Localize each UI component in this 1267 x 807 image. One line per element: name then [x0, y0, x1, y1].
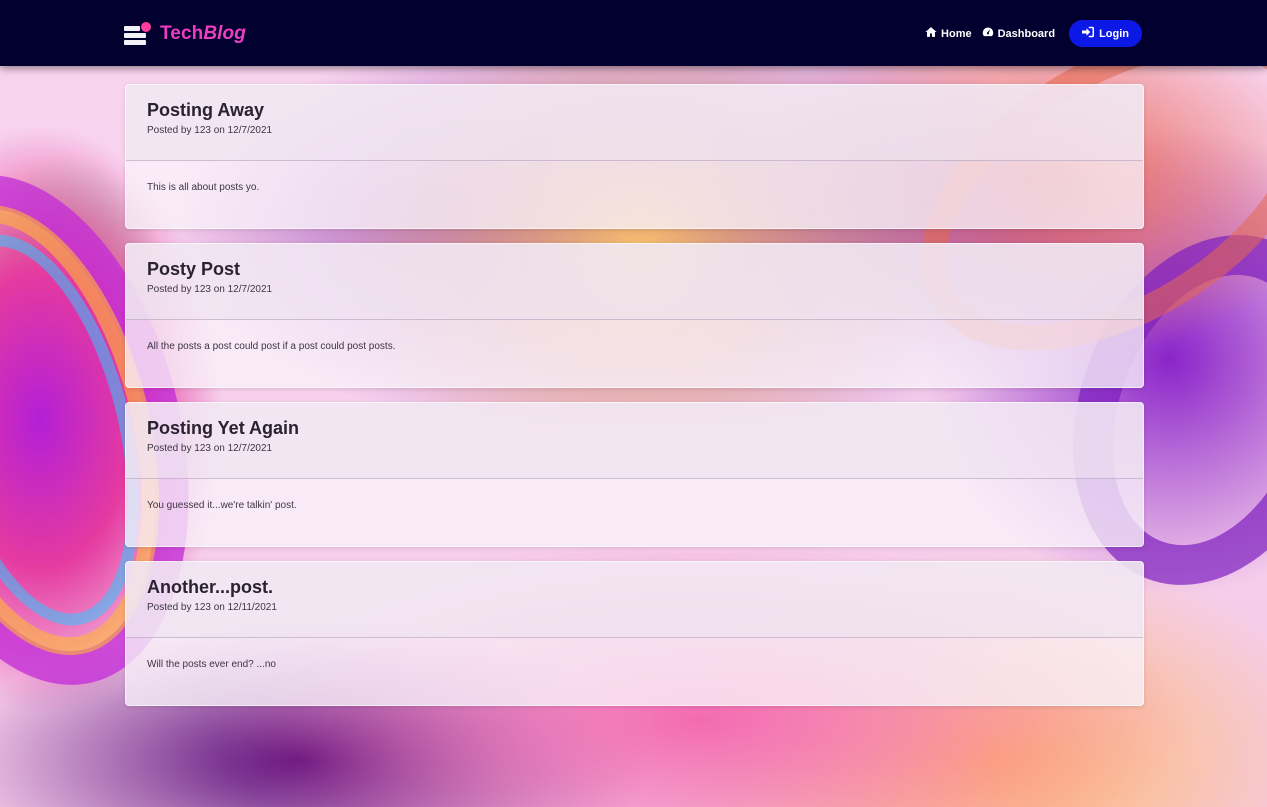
post-header: Posting Away Posted by 123 on 12/7/2021 — [126, 85, 1143, 161]
post-title[interactable]: Posty Post — [147, 258, 1123, 280]
post-card[interactable]: Posty Post Posted by 123 on 12/7/2021 Al… — [125, 243, 1144, 388]
brand-name: TechBlog — [160, 23, 246, 44]
post-body: This is all about posts yo. — [147, 182, 260, 193]
post-title[interactable]: Posting Away — [147, 99, 1123, 121]
sign-in-icon — [1082, 26, 1095, 41]
server-stack-icon — [124, 22, 151, 46]
dashboard-gauge-icon — [982, 26, 994, 41]
post-meta: Posted by 123 on 12/7/2021 — [147, 125, 273, 136]
login-button[interactable]: Login — [1069, 20, 1142, 47]
post-body: Will the posts ever end? ...no — [147, 659, 276, 670]
post-meta: Posted by 123 on 12/11/2021 — [147, 602, 277, 613]
post-title[interactable]: Posting Yet Again — [147, 417, 1123, 439]
post-body: All the posts a post could post if a pos… — [147, 341, 396, 352]
main-nav: Home Dashboard Login — [925, 20, 1142, 47]
post-meta: Posted by 123 on 12/7/2021 — [147, 443, 273, 454]
post-body: You guessed it...we're talkin' post. — [147, 500, 297, 511]
nav-link-home[interactable]: Home — [925, 26, 972, 41]
home-icon — [925, 26, 937, 41]
brand-link[interactable]: TechBlog — [124, 22, 246, 46]
post-title[interactable]: Another...post. — [147, 576, 1123, 598]
post-meta: Posted by 123 on 12/7/2021 — [147, 284, 273, 295]
post-card[interactable]: Another...post. Posted by 123 on 12/11/2… — [125, 561, 1144, 706]
nav-link-label: Home — [941, 27, 972, 40]
post-header: Posting Yet Again Posted by 123 on 12/7/… — [126, 403, 1143, 479]
post-card[interactable]: Posting Yet Again Posted by 123 on 12/7/… — [125, 402, 1144, 547]
nav-link-label: Dashboard — [997, 27, 1056, 40]
post-list: Posting Away Posted by 123 on 12/7/2021 … — [125, 84, 1144, 720]
navbar: TechBlog Home Dashboard Login — [0, 0, 1267, 66]
nav-link-dashboard[interactable]: Dashboard — [982, 26, 1055, 41]
login-label: Login — [1099, 27, 1129, 40]
post-card[interactable]: Posting Away Posted by 123 on 12/7/2021 … — [125, 84, 1144, 229]
post-header: Another...post. Posted by 123 on 12/11/2… — [126, 562, 1143, 638]
post-header: Posty Post Posted by 123 on 12/7/2021 — [126, 244, 1143, 320]
